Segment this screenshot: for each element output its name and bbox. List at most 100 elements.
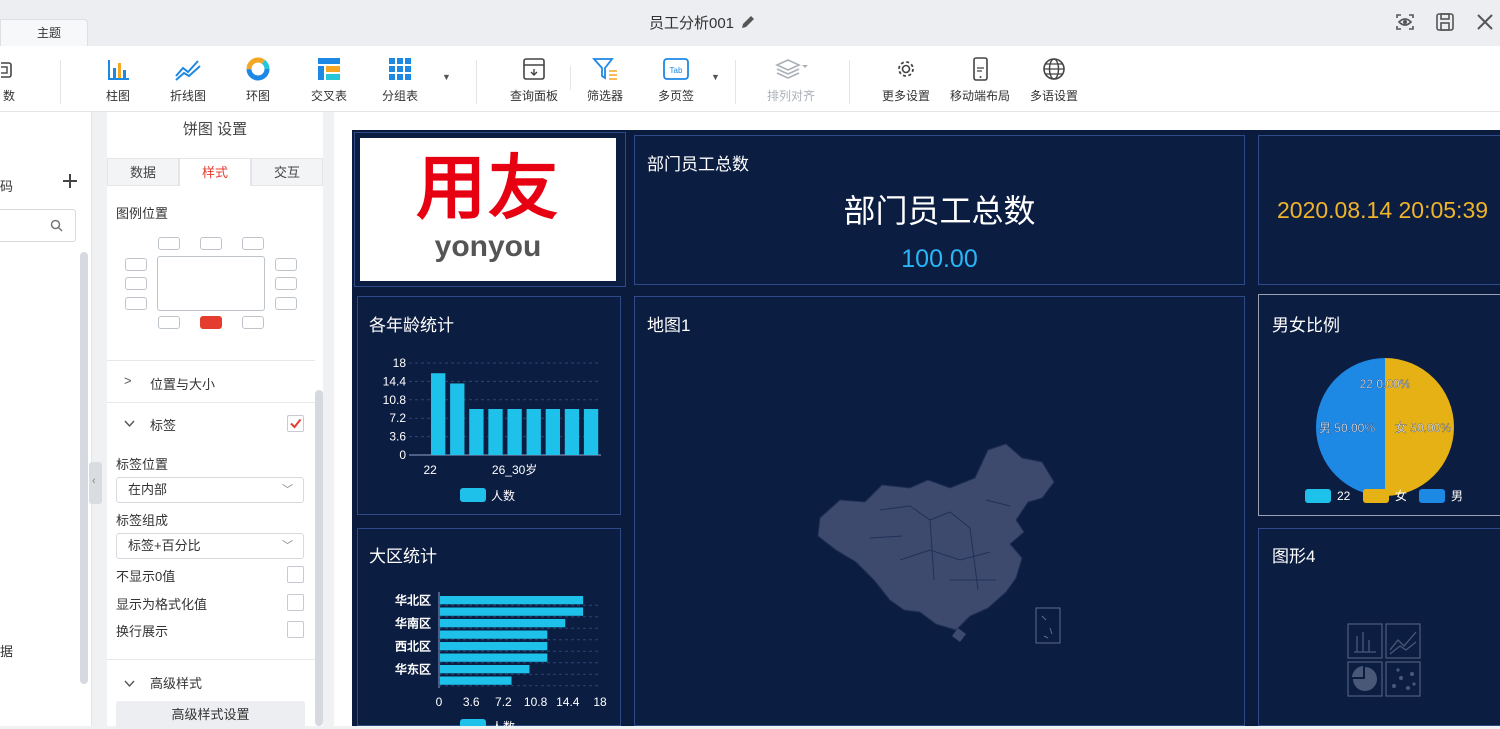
tab-interaction[interactable]: 交互 (251, 158, 323, 186)
chevron-right-icon[interactable]: > (124, 373, 132, 388)
toolbar-query-panel[interactable]: 查询面板 (505, 54, 563, 106)
toolbar-bar-chart[interactable]: 柱图 (96, 54, 140, 106)
legend-label: 人数 (491, 488, 515, 503)
bar (431, 373, 446, 455)
legend-pos-bottom-right[interactable] (242, 316, 264, 329)
map-title: 地图1 (647, 316, 691, 335)
more-settings-label: 更多设置 (881, 89, 930, 103)
toolbar-cross-table[interactable]: 交叉表 (304, 54, 354, 106)
legend-pos-left-bottom[interactable] (125, 297, 147, 310)
toolbar (0, 46, 1500, 112)
group-table-dropdown-icon[interactable]: ▼ (442, 72, 451, 82)
tab-data[interactable]: 数据 (107, 158, 179, 186)
section-label[interactable]: 标签 (150, 415, 176, 434)
legend-pos-right-top[interactable] (275, 258, 297, 271)
close-icon[interactable] (1474, 11, 1498, 35)
tab-theme[interactable]: 主题 (0, 19, 88, 46)
group-table-icon (374, 54, 426, 84)
toolbar-filter[interactable]: 筛选器 (582, 54, 628, 106)
bar (469, 409, 484, 455)
legend-position-label: 图例位置 (116, 206, 169, 221)
legend-pos-top[interactable] (200, 237, 222, 250)
hide-zero-checkbox[interactable] (287, 566, 304, 583)
legend-pos-top-left[interactable] (158, 237, 180, 250)
divider (107, 402, 315, 403)
section-position-size[interactable]: 位置与大小 (150, 374, 215, 393)
toolbar-multi-tab[interactable]: Tab 多页签 (652, 54, 700, 106)
toolbar-arrange-align[interactable]: 排列对齐 (762, 54, 820, 106)
ring-chart-label: 环图 (245, 89, 270, 103)
legend-pos-bottom-left[interactable] (158, 316, 180, 329)
bar (488, 409, 503, 455)
toolbar-divider (476, 60, 477, 104)
mobile-layout-label: 移动端布局 (949, 89, 1010, 103)
legend-pos-top-right[interactable] (242, 237, 264, 250)
bar (440, 653, 548, 662)
left-panel-label-2: 据 (0, 644, 14, 659)
chevron-down-icon: ﹀ (282, 484, 293, 496)
opt-wrap-label: 换行展示 (116, 624, 169, 639)
legend-pos-left[interactable] (125, 277, 147, 290)
label-compose-label: 标签组成 (116, 513, 169, 528)
left-search-input[interactable] (0, 209, 76, 242)
bar (507, 409, 522, 455)
wrap-display-checkbox[interactable] (287, 621, 304, 638)
china-map (817, 443, 1061, 644)
y-tick-label: 华北区 (395, 592, 431, 607)
section-advanced[interactable]: 高级样式 (150, 673, 202, 692)
logo-subtext: yonyou (434, 230, 542, 263)
legend-pos-right-bottom[interactable] (275, 297, 297, 310)
legend-swatch (1419, 489, 1445, 503)
bar (440, 596, 584, 605)
legend-swatch (1363, 489, 1389, 503)
legend-pos-left-top[interactable] (125, 258, 147, 271)
label-position-select[interactable]: 在内部 ﹀ (116, 477, 304, 503)
toolbar-line-chart[interactable]: 折线图 (162, 54, 214, 106)
tab-style[interactable]: 样式 (179, 158, 251, 186)
x-tick-label: 10.8 (524, 695, 548, 709)
label-compose-select[interactable]: 标签+百分比 ﹀ (116, 533, 304, 559)
left-panel-scrollbar[interactable] (80, 252, 88, 684)
cross-table-label: 交叉表 (310, 89, 347, 103)
legend-label: 人数 (491, 719, 515, 726)
toolbar-divider (60, 60, 61, 104)
toolbar-mobile-layout[interactable]: 移动端布局 (946, 54, 1014, 106)
add-icon[interactable] (61, 172, 79, 193)
y-tick-label: 14.4 (383, 374, 407, 388)
toolbar-multilang[interactable]: 多语设置 (1026, 54, 1082, 106)
preview-eye-icon[interactable] (1394, 11, 1418, 35)
bar (450, 383, 465, 455)
save-icon[interactable] (1434, 11, 1458, 35)
bar-chart-icon (96, 54, 140, 84)
x-tick-label: 0 (436, 695, 443, 709)
bar (440, 642, 548, 651)
group-table-label: 分组表 (381, 89, 418, 103)
toolbar-group-table[interactable]: 分组表 (374, 54, 426, 106)
toolbar-item-partial[interactable]: 数 (0, 54, 18, 106)
multi-tab-icon: Tab (652, 54, 700, 84)
x-tick-label: 14.4 (556, 695, 580, 709)
toolbar-ring-chart[interactable]: 环图 (236, 54, 280, 106)
pie-label: 22 0.00% (1360, 377, 1411, 391)
legend-pos-bottom-selected[interactable] (200, 316, 222, 329)
collapse-panel-handle[interactable]: ‹ (89, 462, 102, 504)
datetime-text: 2020.08.14 20:05:39 (1277, 197, 1489, 223)
partial-tool-label: 数 (2, 89, 15, 103)
bar (440, 665, 530, 674)
toolbar-more-settings[interactable]: 更多设置 (878, 54, 934, 106)
y-tick-label: 18 (393, 356, 407, 370)
formatted-value-checkbox[interactable] (287, 594, 304, 611)
advanced-style-button[interactable]: 高级样式设置 (116, 701, 305, 729)
legend-pos-right[interactable] (275, 277, 297, 290)
settings-scrollbar[interactable] (315, 390, 323, 726)
filter-label: 筛选器 (586, 89, 623, 103)
chevron-down-icon[interactable] (124, 676, 135, 691)
edit-pencil-icon[interactable] (740, 14, 756, 34)
document-title[interactable]: 员工分析001 (600, 12, 900, 34)
partial-tool-icon (0, 54, 18, 84)
multi-tab-dropdown-icon[interactable]: ▼ (711, 72, 720, 82)
chevron-down-icon[interactable] (124, 416, 135, 431)
label-enabled-checkbox[interactable] (287, 415, 304, 432)
ring-chart-icon (236, 54, 280, 84)
search-icon[interactable] (50, 219, 63, 235)
